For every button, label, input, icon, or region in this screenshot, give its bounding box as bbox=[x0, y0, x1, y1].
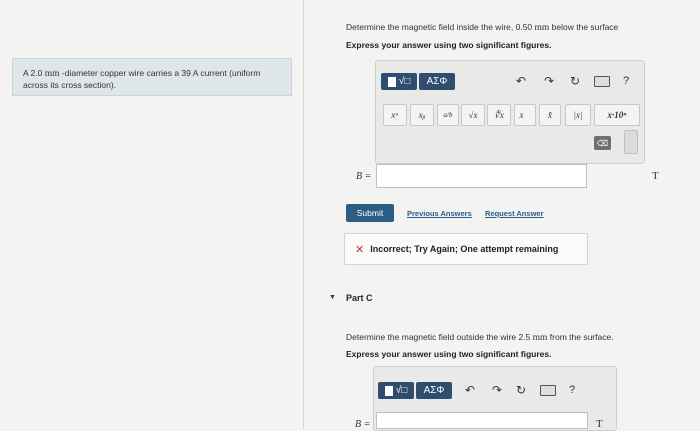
unit-vector-button[interactable]: x̂ bbox=[539, 104, 561, 126]
request-answer-link[interactable]: Request Answer bbox=[485, 209, 544, 218]
help-icon[interactable]: ? bbox=[566, 382, 578, 398]
answer-label: B = bbox=[356, 171, 372, 182]
sqrt-button[interactable]: √x bbox=[461, 104, 485, 126]
problem-text-before: A 2.0 bbox=[23, 68, 45, 78]
square-template-icon bbox=[387, 76, 396, 87]
part-b-question-unit: mm bbox=[534, 23, 550, 33]
answer-unit: T bbox=[652, 170, 659, 182]
vector-button[interactable]: x⃗ bbox=[514, 104, 536, 126]
problem-unit: mm bbox=[44, 69, 60, 79]
part-c-instruction: Express your answer using two significan… bbox=[346, 349, 552, 359]
redo-icon[interactable]: ↷ bbox=[542, 73, 556, 89]
answer-unit-part-c: T bbox=[596, 418, 603, 430]
subscript-button[interactable]: xᵦ bbox=[410, 104, 434, 126]
greek-symbols-label: ΑΣΦ bbox=[423, 385, 445, 396]
greek-symbols-label: ΑΣΦ bbox=[426, 76, 448, 87]
absolute-value-button[interactable]: |x| bbox=[565, 104, 591, 126]
scientific-notation-button[interactable]: x·10ⁿ bbox=[594, 104, 640, 126]
superscript-button[interactable]: xᵃ bbox=[383, 104, 407, 126]
templates-button[interactable]: √□ bbox=[381, 73, 417, 90]
part-c-question: Determine the magnetic field outside the… bbox=[346, 332, 614, 343]
submit-button[interactable]: Submit bbox=[346, 204, 394, 222]
fraction-button[interactable]: a/b bbox=[437, 104, 459, 126]
keyboard-icon[interactable] bbox=[540, 385, 556, 396]
greek-symbols-button-part-c[interactable]: ΑΣΦ bbox=[416, 382, 452, 399]
radical-icon: √□ bbox=[395, 385, 408, 396]
part-c-question-before: Determine the magnetic field outside the… bbox=[346, 332, 533, 342]
feedback-box: ✕ Incorrect; Try Again; One attempt rema… bbox=[344, 233, 588, 265]
scroll-toggle-button[interactable] bbox=[624, 130, 638, 154]
undo-icon[interactable]: ↶ bbox=[463, 382, 477, 398]
part-b-question-before: Determine the magnetic field inside the … bbox=[346, 22, 535, 32]
problem-text-after: -diameter copper wire carries a 39 A cur… bbox=[23, 68, 261, 90]
incorrect-icon: ✕ bbox=[355, 243, 365, 256]
part-b-question-after: below the surface bbox=[549, 22, 619, 32]
part-b-instruction: Express your answer using two significan… bbox=[346, 40, 552, 50]
part-c-question-unit: mm bbox=[532, 333, 548, 343]
answer-input[interactable] bbox=[376, 164, 587, 188]
problem-statement: A 2.0 mm -diameter copper wire carries a… bbox=[12, 58, 292, 96]
square-template-icon bbox=[384, 385, 393, 396]
redo-icon[interactable]: ↷ bbox=[490, 382, 504, 398]
help-icon[interactable]: ? bbox=[620, 73, 632, 89]
templates-button-part-c[interactable]: √□ bbox=[378, 382, 414, 399]
feedback-message: Incorrect; Try Again; One attempt remain… bbox=[370, 244, 559, 254]
collapse-caret-icon[interactable]: ▼ bbox=[329, 294, 336, 301]
nth-root-button[interactable]: ∜x bbox=[487, 104, 511, 126]
keyboard-icon[interactable] bbox=[594, 76, 610, 87]
undo-icon[interactable]: ↶ bbox=[514, 73, 528, 89]
part-c-question-after: from the surface. bbox=[547, 332, 614, 342]
reset-icon[interactable]: ↻ bbox=[514, 382, 528, 398]
delete-icon[interactable]: ⌫ bbox=[594, 136, 611, 150]
answer-label-part-c: B = bbox=[355, 419, 371, 430]
radical-icon: √□ bbox=[398, 76, 411, 87]
answer-input-part-c[interactable] bbox=[376, 412, 588, 429]
greek-symbols-button[interactable]: ΑΣΦ bbox=[419, 73, 455, 90]
part-b-question: Determine the magnetic field inside the … bbox=[346, 22, 618, 33]
part-c-title[interactable]: Part C bbox=[346, 293, 373, 303]
column-divider bbox=[303, 0, 304, 429]
reset-icon[interactable]: ↻ bbox=[568, 73, 582, 89]
previous-answers-link[interactable]: Previous Answers bbox=[407, 209, 472, 218]
